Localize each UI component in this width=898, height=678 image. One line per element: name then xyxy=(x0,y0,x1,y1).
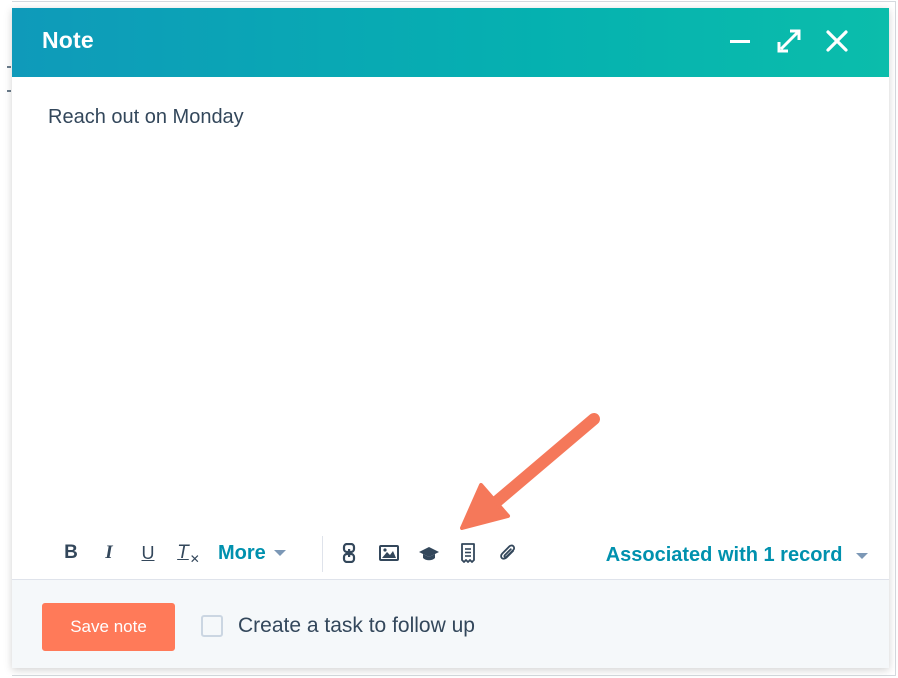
clear-format-button[interactable]: T ✕ xyxy=(176,538,200,568)
associations-dropdown[interactable]: Associated with 1 record xyxy=(606,544,868,567)
background-mark xyxy=(7,90,11,92)
more-dropdown[interactable]: More xyxy=(218,538,300,568)
note-dialog: Note Reach out on Monday B I U T ✕ More … xyxy=(12,8,889,668)
toolbar-divider xyxy=(322,536,323,572)
document-icon xyxy=(461,543,475,563)
clear-format-label: T xyxy=(177,542,189,563)
save-note-button[interactable]: Save note xyxy=(42,603,175,651)
expand-icon xyxy=(777,29,801,53)
minimize-icon xyxy=(730,40,750,43)
clear-format-x-icon: ✕ xyxy=(189,552,200,566)
image-icon xyxy=(379,545,399,561)
close-button[interactable] xyxy=(822,26,852,56)
close-icon xyxy=(826,30,848,52)
underline-button[interactable]: U xyxy=(138,538,158,568)
create-task-label[interactable]: Create a task to follow up xyxy=(238,614,475,638)
more-label: More xyxy=(218,541,266,564)
note-editor[interactable]: Reach out on Monday xyxy=(48,106,244,129)
associations-label: Associated with 1 record xyxy=(605,544,843,566)
knowledge-article-button[interactable] xyxy=(416,538,442,568)
insert-link-button[interactable] xyxy=(338,538,360,568)
minimize-button[interactable] xyxy=(725,26,755,56)
expand-button[interactable] xyxy=(774,26,804,56)
insert-image-button[interactable] xyxy=(376,538,402,568)
formatting-toolbar: B I U T ✕ More Associated with 1 record xyxy=(48,536,868,572)
italic-button[interactable]: I xyxy=(100,538,118,568)
attach-file-button[interactable] xyxy=(496,538,520,568)
link-icon xyxy=(342,543,356,563)
chevron-down-icon xyxy=(273,550,286,556)
background-page-edge xyxy=(0,0,12,678)
graduation-cap-icon xyxy=(419,547,439,561)
background-mark xyxy=(7,66,11,68)
bold-button[interactable]: B xyxy=(62,538,80,568)
insert-document-button[interactable] xyxy=(456,538,480,568)
dialog-header: Note xyxy=(12,8,889,77)
chevron-down-icon xyxy=(856,552,868,559)
dialog-title: Note xyxy=(42,27,94,53)
paperclip-icon xyxy=(500,544,516,560)
create-task-checkbox[interactable] xyxy=(201,615,223,637)
dialog-footer: Save note Create a task to follow up xyxy=(12,580,889,668)
